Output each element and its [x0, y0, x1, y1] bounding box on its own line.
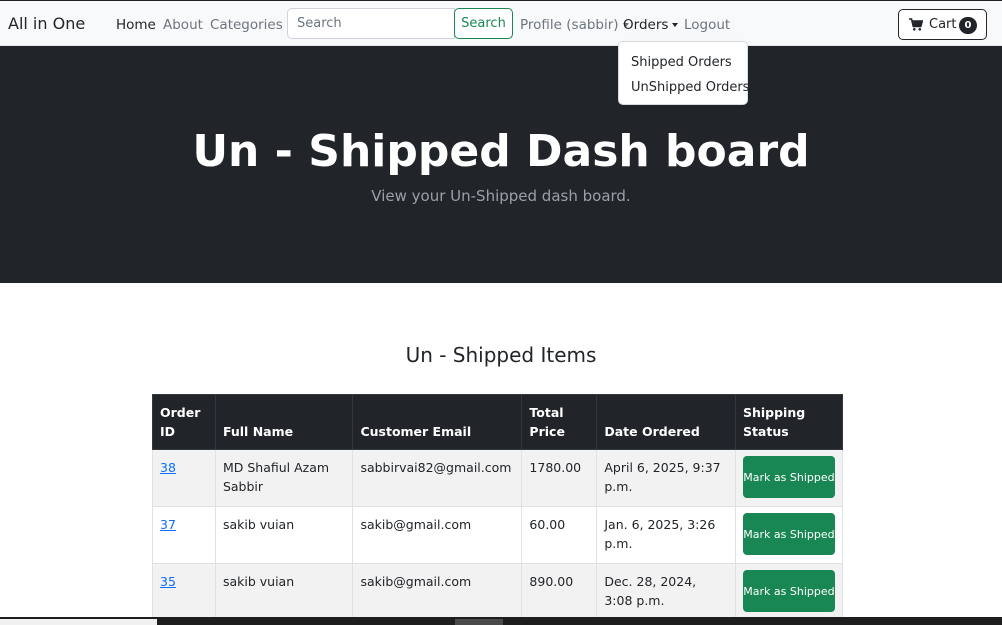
nav-orders-dropdown[interactable]: Orders [623, 17, 679, 33]
cell-email: sakib@gmail.com [352, 506, 523, 564]
cell-full-name: sakib vuian [214, 563, 354, 621]
header-shipping-status: Shipping Status [734, 394, 844, 450]
taskbar-segment [0, 619, 157, 625]
cart-icon [909, 18, 923, 31]
dropdown-item-unshipped-orders[interactable]: UnShipped Orders [631, 80, 749, 95]
section-title: Un - Shipped Items [405, 343, 597, 367]
cell-date-ordered: April 6, 2025, 9:37 p.m. [596, 449, 736, 507]
nav-categories-label: Categories [210, 17, 283, 33]
cell-date-ordered: Jan. 6, 2025, 3:26 p.m. [596, 506, 736, 564]
cell-total-price: 1780.00 [521, 449, 598, 507]
mark-as-shipped-button[interactable]: Mark as Shipped [742, 513, 835, 555]
brand-link[interactable]: All in One [8, 14, 85, 33]
page-title: Un - Shipped Dash board [192, 126, 810, 177]
nav-home[interactable]: Home [116, 17, 156, 33]
page-subtitle: View your Un-Shipped dash board. [371, 187, 631, 205]
navbar: All in One Home About Categories Search … [0, 0, 1002, 46]
header-customer-email: Customer Email [352, 394, 523, 450]
cell-full-name: MD Shafiul Azam Sabbir [214, 449, 354, 507]
cell-shipping-status: Mark as Shipped [734, 449, 844, 507]
nav-profile-dropdown[interactable]: Profile (sabbir) [520, 17, 629, 33]
hero-banner: Un - Shipped Dash board View your Un-Shi… [0, 46, 1002, 283]
mark-as-shipped-button[interactable]: Mark as Shipped [742, 570, 835, 612]
nav-orders-label: Orders [623, 17, 669, 33]
cart-label: Cart [929, 17, 957, 32]
dropdown-item-shipped-orders[interactable]: Shipped Orders [631, 55, 732, 70]
order-id-link[interactable]: 35 [160, 574, 176, 589]
taskbar-segment [455, 619, 503, 625]
cell-full-name: sakib vuian [214, 506, 354, 564]
table-row: 37 sakib vuian sakib@gmail.com 60.00 Jan… [152, 506, 844, 564]
header-total-price: Total Price [521, 394, 598, 450]
cell-order-id: 35 [152, 563, 216, 621]
nav-logout[interactable]: Logout [684, 17, 730, 33]
table-row: 35 sakib vuian sakib@gmail.com 890.00 De… [152, 563, 844, 621]
unshipped-orders-table: Order ID Full Name Customer Email Total … [152, 394, 844, 621]
order-id-link[interactable]: 37 [160, 517, 176, 532]
cell-order-id: 37 [152, 506, 216, 564]
header-full-name: Full Name [214, 394, 354, 450]
table-row: 38 MD Shafiul Azam Sabbir sabbirvai82@gm… [152, 449, 844, 507]
cart-count-badge: 0 [959, 17, 977, 34]
taskbar-strip [0, 617, 1002, 625]
header-order-id: Order ID [152, 394, 216, 450]
nav-about[interactable]: About [163, 17, 203, 33]
cart-button[interactable]: Cart 0 [898, 9, 987, 40]
cell-email: sabbirvai82@gmail.com [352, 449, 523, 507]
cell-email: sakib@gmail.com [352, 563, 523, 621]
orders-dropdown-menu: Shipped Orders UnShipped Orders [618, 41, 749, 105]
mark-as-shipped-button[interactable]: Mark as Shipped [742, 456, 835, 498]
cell-date-ordered: Dec. 28, 2024, 3:08 p.m. [596, 563, 736, 621]
cell-total-price: 60.00 [521, 506, 598, 564]
cell-order-id: 38 [152, 449, 216, 507]
order-id-link[interactable]: 38 [160, 460, 176, 475]
nav-categories-dropdown[interactable]: Categories [210, 17, 293, 33]
cell-shipping-status: Mark as Shipped [734, 563, 844, 621]
search-input[interactable] [287, 8, 455, 39]
search-button[interactable]: Search [454, 8, 513, 39]
nav-profile-label: Profile (sabbir) [520, 17, 619, 33]
header-date-ordered: Date Ordered [596, 394, 736, 450]
caret-down-icon [672, 23, 679, 27]
cell-shipping-status: Mark as Shipped [734, 506, 844, 564]
table-header-row: Order ID Full Name Customer Email Total … [152, 394, 844, 450]
cell-total-price: 890.00 [521, 563, 598, 621]
